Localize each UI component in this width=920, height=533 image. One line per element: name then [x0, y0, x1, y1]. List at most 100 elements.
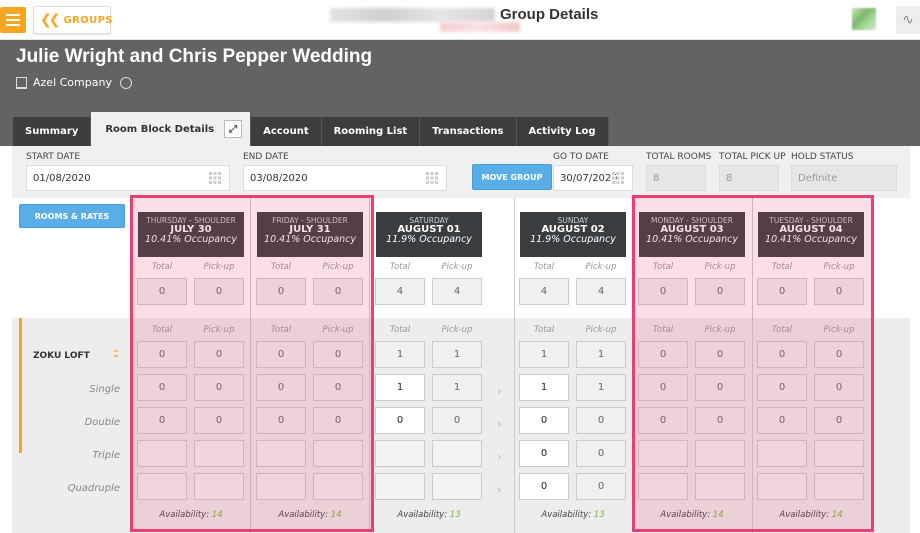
availability-label: Availability:: [397, 510, 448, 520]
pickup-cell: 0: [313, 374, 363, 401]
day-header: THURSDAY - SHOULDER JULY 30 10.41% Occupan…: [138, 212, 244, 257]
tab-rooming-list[interactable]: Rooming List: [321, 117, 421, 146]
page-title: Group Details: [500, 6, 599, 23]
calendar-icon[interactable]: [612, 172, 624, 184]
end-date-field[interactable]: 03/08/2020: [243, 165, 447, 191]
availability-label: Availability:: [660, 510, 711, 520]
groups-back-label: GROUPS: [63, 14, 113, 26]
activity-icon[interactable]: ∿: [896, 6, 920, 34]
column-divider: [514, 198, 515, 533]
total-pickup-field: 8: [719, 165, 779, 191]
day-column: SATURDAY AUGUST 01 11.9% Occupancy Total Pic…: [370, 198, 488, 533]
group-header: Julie Wright and Chris Pepper Wedding Az…: [0, 40, 920, 146]
rooms-rates-button[interactable]: ROOMS & RATES: [19, 204, 125, 228]
pickup-header: Pick-up: [585, 325, 617, 335]
total-header: Total: [652, 325, 674, 335]
total-input: 0: [757, 374, 807, 401]
total-input[interactable]: 0: [519, 440, 569, 467]
calendar-icon[interactable]: [426, 172, 438, 184]
room-type-label: ZOKU LOFT: [33, 351, 90, 361]
room-total-cell: 0: [137, 341, 187, 368]
tab-account[interactable]: Account: [251, 117, 322, 146]
tab-label: Account: [263, 126, 309, 137]
day-column: FRIDAY - SHOULDER JULY 31 10.41% Occupancy…: [251, 198, 369, 533]
top-bar: ❮❮ GROUPS Group Details ∿: [0, 0, 920, 40]
calendar-icon[interactable]: [209, 172, 221, 184]
availability: Availability: 13: [514, 510, 632, 520]
total-header: Total: [389, 262, 411, 272]
start-date-field[interactable]: 01/08/2020: [26, 165, 230, 191]
move-group-button[interactable]: MOVE GROUP: [472, 164, 552, 190]
globe-icon[interactable]: [120, 77, 132, 89]
tab-summary[interactable]: Summary: [13, 117, 92, 146]
hamburger-menu-icon[interactable]: [0, 7, 26, 33]
availability-value: 14: [831, 510, 843, 520]
total-input[interactable]: 0: [375, 407, 425, 434]
room-total-cell: 0: [757, 341, 807, 368]
total-header: Total: [771, 262, 793, 272]
company-name[interactable]: Azel Company: [33, 76, 112, 89]
total-input[interactable]: 0: [519, 407, 569, 434]
expand-icon[interactable]: ⤢: [224, 120, 243, 138]
row-label-quadruple: Quadruple: [67, 483, 120, 494]
go-to-date-value: 30/07/2020: [560, 173, 618, 184]
pickup-cell: 0: [194, 278, 244, 305]
pickup-cell: 0: [194, 407, 244, 434]
room-pickup-cell: 1: [432, 341, 482, 368]
pickup-cell: 0: [814, 407, 864, 434]
availability: Availability: 14: [752, 510, 870, 520]
pickup-header: Pick-up: [823, 262, 855, 272]
avatar[interactable]: [852, 8, 876, 30]
pickup-cell: [814, 440, 864, 467]
collapse-chevron-icon[interactable]: ⌃ ⌃: [112, 350, 120, 365]
room-pickup-cell: 1: [576, 341, 626, 368]
total-header: Total: [533, 325, 555, 335]
pickup-header: Pick-up: [203, 325, 235, 335]
total-input: [638, 440, 688, 467]
chevron-right-icon[interactable]: ›: [497, 483, 502, 497]
pickup-cell: 4: [432, 278, 482, 305]
pickup-cell: 0: [576, 407, 626, 434]
tab-room-block-details[interactable]: Room Block Details ⤢: [91, 112, 252, 146]
total-input[interactable]: 1: [519, 374, 569, 401]
availability-label: Availability:: [278, 510, 329, 520]
total-input[interactable]: 1: [375, 374, 425, 401]
total-input: [375, 473, 425, 500]
total-cell: 4: [519, 278, 569, 305]
blurred-text: [330, 8, 495, 22]
hold-status-label: HOLD STATUS: [791, 152, 854, 162]
column-divider: [369, 198, 370, 533]
pickup-cell: [313, 440, 363, 467]
pickup-cell: 0: [194, 374, 244, 401]
building-icon: [16, 76, 27, 89]
pickup-cell: 0: [576, 440, 626, 467]
pickup-cell: 1: [576, 374, 626, 401]
chevron-right-icon[interactable]: ›: [497, 417, 502, 431]
groups-back-button[interactable]: ❮❮ GROUPS: [33, 6, 113, 34]
total-header: Total: [771, 325, 793, 335]
pickup-cell: 0: [313, 407, 363, 434]
chevron-right-icon[interactable]: ›: [497, 384, 502, 398]
pickup-header: Pick-up: [704, 262, 736, 272]
go-to-date-field[interactable]: 30/07/2020: [553, 165, 633, 191]
start-date-value: 01/08/2020: [33, 173, 91, 184]
tab-label: Summary: [25, 126, 79, 137]
hold-status-field: Definite: [791, 165, 897, 191]
blurred-text: [440, 22, 520, 32]
tab-activity-log[interactable]: Activity Log: [516, 117, 609, 146]
room-total-cell: 1: [519, 341, 569, 368]
filter-bar: START DATE 01/08/2020 END DATE 03/08/202…: [12, 146, 910, 198]
start-date-label: START DATE: [26, 152, 81, 162]
end-date-value: 03/08/2020: [250, 173, 308, 184]
tab-transactions[interactable]: Transactions: [420, 117, 517, 146]
pickup-cell: [194, 440, 244, 467]
chevron-right-icon[interactable]: ›: [497, 450, 502, 464]
day-header: TUESDAY - SHOULDER AUGUST 04 10.41% Occupa…: [758, 212, 864, 257]
day-column: THURSDAY - SHOULDER JULY 30 10.41% Occupan…: [132, 198, 250, 533]
total-input: 0: [256, 407, 306, 434]
total-header: Total: [151, 325, 173, 335]
total-header: Total: [270, 262, 292, 272]
room-total-cell: 0: [256, 341, 306, 368]
total-input[interactable]: 0: [519, 473, 569, 500]
day-column: SUNDAY AUGUST 02 11.9% Occupancy Total Pick-…: [514, 198, 632, 533]
